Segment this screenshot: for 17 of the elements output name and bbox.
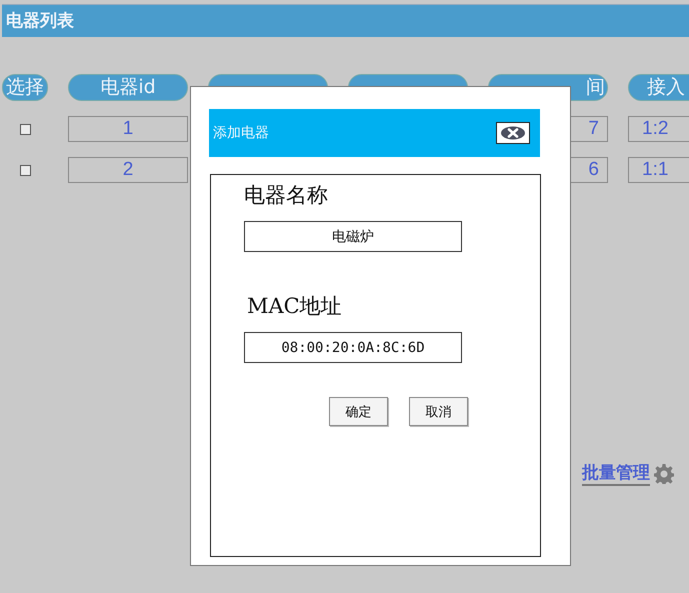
- input-field[interactable]: 08:00:20:0A:8C:6D: [244, 332, 462, 363]
- table-cell: 2: [68, 157, 188, 183]
- page-title: 电器列表: [2, 4, 689, 37]
- input-field[interactable]: 电磁炉: [244, 221, 462, 252]
- checkbox[interactable]: [20, 164, 30, 176]
- table-cell: 1:2: [628, 116, 689, 142]
- dialog-title: 添加电器: [213, 124, 269, 142]
- checkbox[interactable]: [20, 124, 30, 134]
- dialog-button[interactable]: 确定: [329, 397, 388, 426]
- table-cell: 1: [68, 116, 188, 142]
- dialog-button[interactable]: 取消: [409, 397, 468, 426]
- table-cell: 1:1: [628, 157, 689, 183]
- field-label: MAC地址: [247, 293, 342, 320]
- close-icon: [500, 126, 526, 140]
- settings-icon[interactable]: [654, 464, 674, 484]
- field-label: 电器名称: [244, 182, 328, 209]
- close-button[interactable]: [496, 122, 530, 144]
